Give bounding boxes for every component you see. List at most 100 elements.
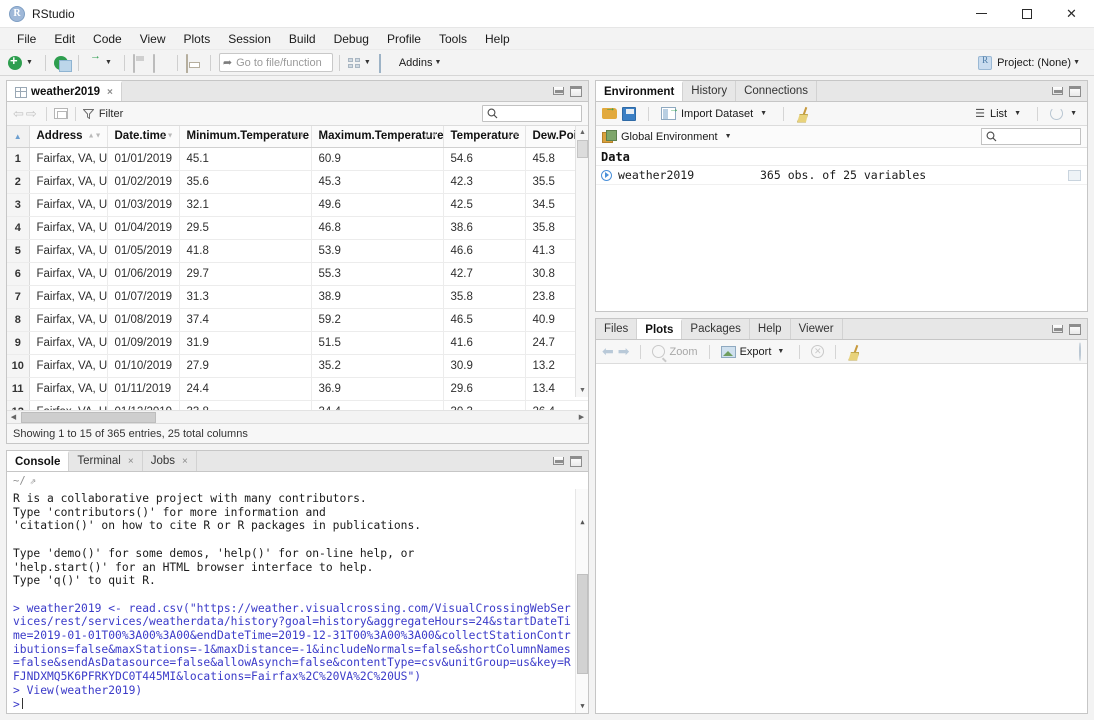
menu-debug[interactable]: Debug [325,30,378,48]
viewer-forward-icon[interactable]: ⇨ [26,106,37,122]
menu-file[interactable]: File [8,30,45,48]
console-scrollbar[interactable]: ▲ ▼ [575,489,588,713]
panes-dropdown-icon[interactable]: ▼ [364,59,371,66]
scroll-right-icon[interactable]: ▶ [575,411,588,424]
refresh-icon[interactable] [1050,107,1063,120]
window-maximize-button[interactable] [1004,0,1049,28]
scroll-left-icon[interactable]: ◀ [7,411,20,424]
table-row[interactable]: 1Fairfax, VA, US01/01/201945.160.954.645… [7,147,588,170]
minimize-pane-icon[interactable] [553,457,564,465]
load-workspace-icon[interactable] [602,108,617,119]
refresh-icon[interactable] [1079,342,1081,361]
open-recent-dropdown-icon[interactable]: ▼ [105,59,112,66]
maximize-pane-icon[interactable] [1069,324,1081,335]
tab-files[interactable]: Files [596,319,637,339]
tab-weather2019[interactable]: weather2019 × [7,81,122,101]
open-file-button[interactable]: ▼ [85,53,118,73]
scroll-up-icon[interactable]: ▲ [576,516,588,529]
view-mode-dropdown-icon[interactable]: ▼ [1014,110,1021,117]
next-plot-icon[interactable]: ➡ [618,343,630,360]
table-row[interactable]: 9Fairfax, VA, US01/09/201931.951.541.624… [7,331,588,354]
environment-search-input[interactable] [981,128,1081,145]
zoom-label[interactable]: Zoom [669,346,697,358]
addins-dropdown-icon[interactable]: ▼ [434,59,441,66]
sort-icon[interactable]: ▲▼ [292,133,306,140]
table-row[interactable]: 2Fairfax, VA, US01/02/201935.645.342.335… [7,170,588,193]
console-scroll-thumb[interactable] [577,574,588,674]
clear-objects-icon[interactable] [796,107,810,121]
minimize-pane-icon[interactable] [553,87,564,95]
environment-object-row[interactable]: weather2019 365 obs. of 25 variables [596,166,1087,185]
maximize-pane-icon[interactable] [570,456,582,467]
vscroll-thumb[interactable] [577,140,588,158]
menu-edit[interactable]: Edit [45,30,84,48]
tab-packages[interactable]: Packages [682,319,750,339]
tab-history[interactable]: History [683,81,736,101]
remove-plot-icon[interactable]: ✕ [811,345,824,358]
zoom-plot-icon[interactable] [652,345,665,358]
table-row[interactable]: 4Fairfax, VA, US01/04/201929.546.838.635… [7,216,588,239]
tab-viewer[interactable]: Viewer [791,319,843,339]
menu-build[interactable]: Build [280,30,325,48]
new-file-dropdown-icon[interactable]: ▼ [26,59,33,66]
hscroll-thumb[interactable] [21,412,156,423]
grid-vertical-scrollbar[interactable]: ▲ ▼ [575,126,588,397]
menu-tools[interactable]: Tools [430,30,476,48]
tab-terminal[interactable]: Terminal × [69,451,142,471]
scroll-down-icon[interactable]: ▼ [576,700,588,713]
minimize-pane-icon[interactable] [1052,325,1063,333]
grid-horizontal-scrollbar[interactable]: ◀ ▶ [7,410,588,423]
table-row[interactable]: 12Fairfax, VA, US01/12/201933.834.430.32… [7,400,588,410]
tab-close-icon[interactable]: × [182,456,188,467]
menu-profile[interactable]: Profile [378,30,430,48]
view-mode-label[interactable]: List [990,108,1007,120]
column-header-address[interactable]: Address▲▼ [29,126,107,147]
menu-code[interactable]: Code [84,30,131,48]
workspace-panes-button[interactable]: ▼ [346,53,377,73]
table-row[interactable]: 10Fairfax, VA, US01/10/201927.935.230.91… [7,354,588,377]
print-button[interactable] [184,53,204,73]
save-workspace-icon[interactable] [622,107,636,121]
save-all-button[interactable] [151,53,171,73]
import-dataset-dropdown-icon[interactable]: ▼ [760,110,767,117]
refresh-dropdown-icon[interactable]: ▼ [1070,110,1077,117]
import-dataset-label[interactable]: Import Dataset [681,108,753,120]
export-label[interactable]: Export [740,346,772,358]
goto-file-function-input[interactable]: ➦ Go to file/function [219,53,333,72]
tab-connections[interactable]: Connections [736,81,817,101]
sort-icon[interactable]: ▲▼ [424,133,438,140]
tab-close-icon[interactable]: × [107,87,113,98]
column-header-rownum[interactable]: ▲ [7,126,29,147]
environment-scope-selector[interactable]: Global Environment ▼ [596,126,1087,148]
viewer-back-icon[interactable]: ⇦ [13,106,24,122]
menu-session[interactable]: Session [219,30,280,48]
new-file-button[interactable]: ▼ [6,53,39,73]
table-row[interactable]: 7Fairfax, VA, US01/07/201931.338.935.823… [7,285,588,308]
project-dropdown-icon[interactable]: ▼ [1073,59,1080,66]
column-header-maximum-temperature[interactable]: Maximum.Temperature▲▼ [311,126,443,147]
filter-button[interactable]: Filter [83,108,123,120]
view-dataframe-icon[interactable] [1068,170,1081,181]
addins-button[interactable]: Addins ▼ [377,53,448,73]
scope-dropdown-icon[interactable]: ▼ [725,133,732,140]
tab-jobs[interactable]: Jobs × [143,451,197,471]
minimize-pane-icon[interactable] [1052,87,1063,95]
menu-help[interactable]: Help [476,30,519,48]
table-row[interactable]: 6Fairfax, VA, US01/06/201929.755.342.730… [7,262,588,285]
sort-icon[interactable]: ▲▼ [88,133,102,140]
previous-plot-icon[interactable]: ⬅ [602,343,614,360]
table-row[interactable]: 5Fairfax, VA, US01/05/201941.853.946.641… [7,239,588,262]
table-row[interactable]: 11Fairfax, VA, US01/11/201924.436.929.61… [7,377,588,400]
export-dropdown-icon[interactable]: ▼ [777,348,784,355]
tab-plots[interactable]: Plots [637,319,682,339]
open-in-files-pane-icon[interactable]: ⇗ [30,475,36,487]
new-project-button[interactable] [52,53,72,73]
table-row[interactable]: 3Fairfax, VA, US01/03/201932.149.642.534… [7,193,588,216]
expand-object-icon[interactable] [601,170,612,181]
table-row[interactable]: 8Fairfax, VA, US01/08/201937.459.246.540… [7,308,588,331]
sort-icon[interactable]: ▲▼ [506,133,520,140]
console-output[interactable]: R is a collaborative project with many c… [7,489,588,713]
column-header-temperature[interactable]: Temperature▲▼ [443,126,525,147]
maximize-pane-icon[interactable] [1069,86,1081,97]
tab-environment[interactable]: Environment [596,81,683,101]
